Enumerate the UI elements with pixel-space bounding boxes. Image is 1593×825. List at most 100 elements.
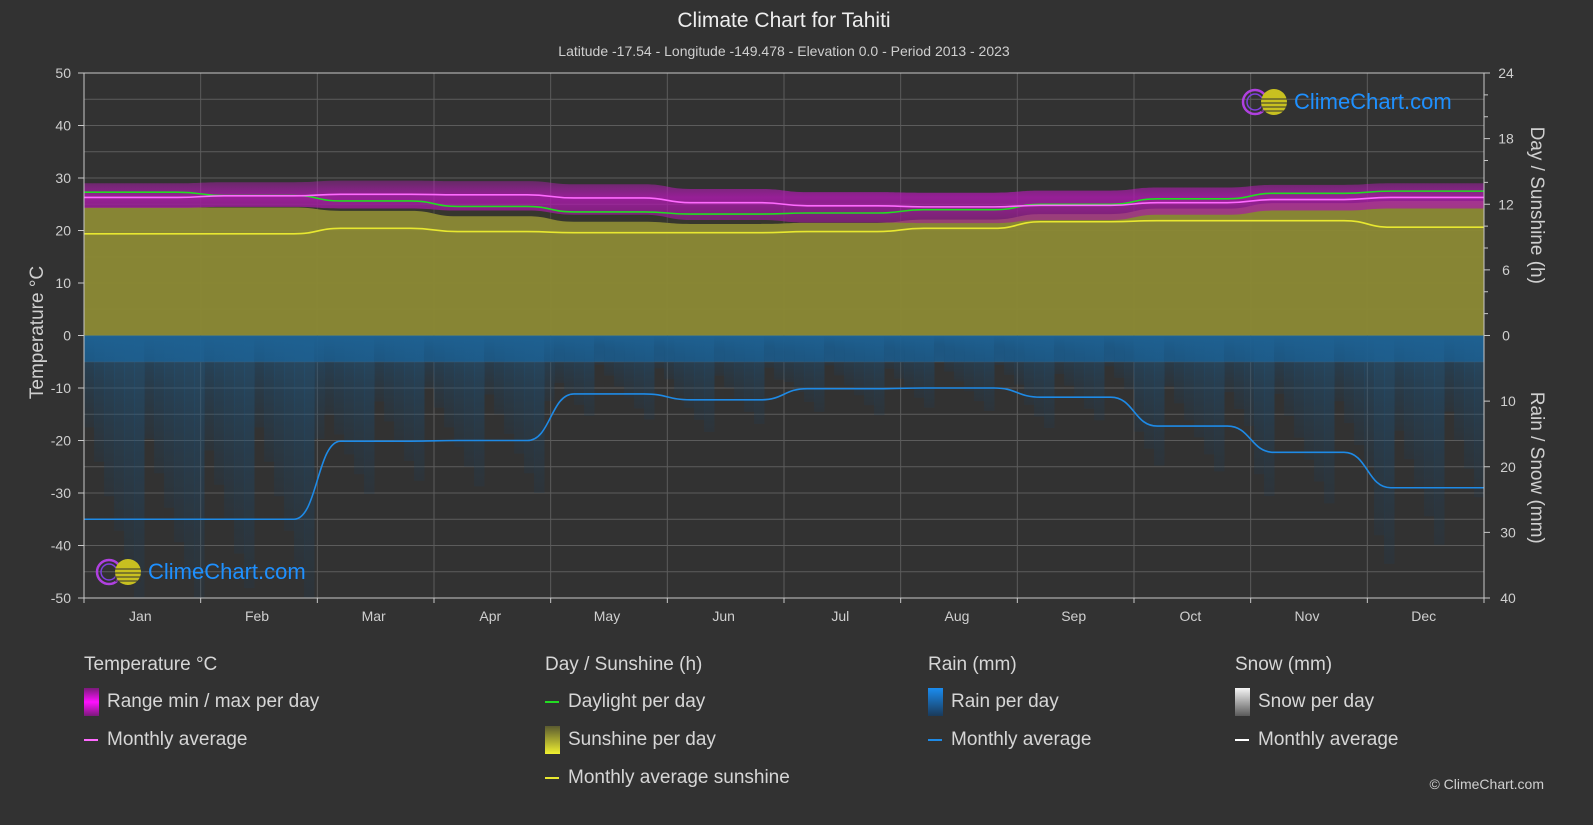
rain-day-bar: [704, 335, 715, 432]
legend-item-rain: Rain per day: [928, 688, 1091, 716]
rain-day-bar: [474, 335, 485, 487]
rain-day-bar: [404, 335, 415, 461]
rain-day-bar: [254, 335, 265, 428]
rain-day-bar: [954, 335, 965, 382]
rain-day-bar: [274, 335, 285, 497]
rain-day-bar: [784, 335, 795, 383]
watermark-text: ClimeChart.com: [148, 559, 306, 584]
rain-day-bar: [1224, 335, 1235, 393]
rain-day-bar: [564, 335, 575, 394]
rain-day-bar: [1474, 335, 1485, 498]
rain-day-bar: [1044, 335, 1055, 429]
rain-day-bar: [544, 335, 555, 402]
legend-rain-title: Rain (mm): [928, 654, 1017, 675]
rain-day-bar: [804, 335, 815, 402]
temp-avg-swatch: [84, 739, 98, 741]
legend-label: Rain per day: [951, 691, 1059, 712]
sunshine-swatch: [545, 726, 560, 754]
rain-day-bar: [1404, 335, 1415, 460]
rain-day-bar: [94, 335, 105, 462]
rain-day-bar: [1454, 335, 1465, 441]
legend-item-sunshine-avg: Monthly average sunshine: [545, 766, 790, 790]
rain-day-bar: [654, 335, 665, 369]
x-tick-label: Feb: [245, 608, 269, 624]
rain-day-bar: [794, 335, 805, 392]
rain-avg-swatch: [928, 739, 942, 741]
rain-day-bar: [244, 335, 255, 589]
rain-day-bar: [1464, 335, 1475, 469]
rain-day-bar: [1364, 335, 1375, 467]
rain-day-bar: [554, 335, 565, 383]
y-right-top-tick-label: 0: [1502, 328, 1510, 344]
snow-avg-swatch: [1235, 739, 1249, 741]
rain-day-bar: [484, 335, 495, 395]
rain-day-bar: [184, 335, 195, 577]
legend-snow: Snow (mm) Snow per day Monthly average: [1235, 654, 1398, 766]
rain-day-bar: [754, 335, 765, 424]
y-tick-label: -40: [51, 538, 71, 554]
rain-day-bar: [454, 335, 465, 448]
y-right-bottom-tick-label: 40: [1500, 590, 1516, 606]
rain-day-bar: [634, 335, 645, 409]
rain-day-bar: [1334, 335, 1345, 402]
legend-label: Monthly average: [951, 729, 1092, 750]
rain-day-bar: [614, 335, 625, 387]
x-tick-label: Oct: [1179, 608, 1201, 624]
rain-day-bar: [1164, 335, 1175, 387]
rain-day-bar: [1394, 335, 1405, 431]
rain-day-bar: [1264, 335, 1275, 497]
x-tick-label: Sep: [1061, 608, 1086, 624]
legend-item-sunshine: Sunshine per day: [545, 726, 790, 754]
rain-day-bar: [904, 335, 915, 388]
y-right-bottom-tick-label: 30: [1500, 524, 1516, 540]
watermark-logo-top: ClimeChart.com: [1240, 87, 1452, 117]
rain-day-bar: [444, 335, 455, 428]
rain-day-bar: [1064, 335, 1075, 386]
watermark-logo-bottom: ClimeChart.com: [94, 557, 306, 587]
rain-day-bar: [294, 335, 305, 566]
legend-item-snow-avg: Monthly average: [1235, 728, 1398, 752]
legend-label: Monthly average: [1258, 729, 1399, 750]
rain-day-bar: [324, 335, 335, 415]
rain-day-bar: [534, 335, 545, 493]
rain-day-bar: [944, 335, 955, 372]
rain-day-bar: [314, 335, 325, 439]
rain-day-bar: [1384, 335, 1395, 564]
rain-day-bar: [664, 335, 675, 380]
rain-day-bar: [724, 335, 735, 388]
rain-day-bar: [1094, 335, 1105, 421]
x-tick-label: Jun: [712, 608, 735, 624]
rain-day-bar: [334, 335, 345, 435]
rain-day-bar: [1124, 335, 1135, 390]
rain-day-bar: [1324, 335, 1335, 504]
y-tick-label: 30: [55, 170, 71, 186]
rain-day-bar: [284, 335, 295, 531]
rain-day-bar: [1434, 335, 1445, 545]
rain-day-bar: [144, 335, 155, 439]
rain-day-bar: [424, 335, 435, 389]
legend-label: Snow per day: [1258, 691, 1375, 712]
rain-day-bar: [1114, 335, 1125, 378]
x-tick-label: Nov: [1295, 608, 1320, 624]
rain-day-bar: [864, 335, 875, 406]
rain-day-bar: [974, 335, 985, 402]
rain-day-bar: [964, 335, 975, 392]
rain-day-bar: [1034, 335, 1045, 417]
legend-item-daylight: Daylight per day: [545, 690, 790, 714]
legend-label: Daylight per day: [568, 691, 706, 712]
rain-day-bar: [1274, 335, 1285, 394]
legend-item-temp-range: Range min / max per day: [84, 688, 319, 716]
rain-day-bar: [1314, 335, 1325, 482]
rain-day-bar: [174, 335, 185, 543]
x-tick-label: Apr: [479, 608, 501, 624]
rain-day-bar: [154, 335, 165, 474]
y-tick-label: -10: [51, 380, 71, 396]
legend-label: Sunshine per day: [568, 729, 716, 750]
rain-day-bar: [1354, 335, 1365, 446]
legend-item-temp-avg: Monthly average: [84, 728, 319, 752]
legend-snow-title: Snow (mm): [1235, 654, 1333, 675]
rain-day-bar: [994, 335, 1005, 366]
rain-day-bar: [204, 335, 215, 451]
y-tick-label: 40: [55, 118, 71, 134]
rain-day-bar: [264, 335, 275, 462]
